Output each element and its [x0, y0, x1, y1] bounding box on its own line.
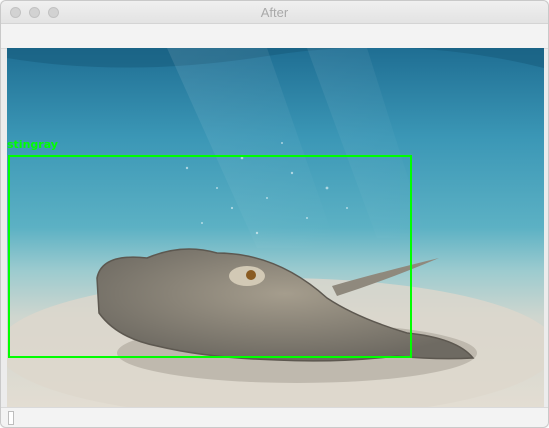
resize-handle[interactable] — [8, 411, 14, 425]
detection-bounding-box — [8, 155, 412, 358]
window-title: After — [260, 5, 289, 20]
toolbar-area — [1, 24, 548, 49]
status-area — [1, 407, 548, 427]
app-window: After stingray — [0, 0, 549, 428]
title-bar[interactable]: After — [1, 1, 548, 24]
detection-label: stingray — [7, 138, 58, 151]
